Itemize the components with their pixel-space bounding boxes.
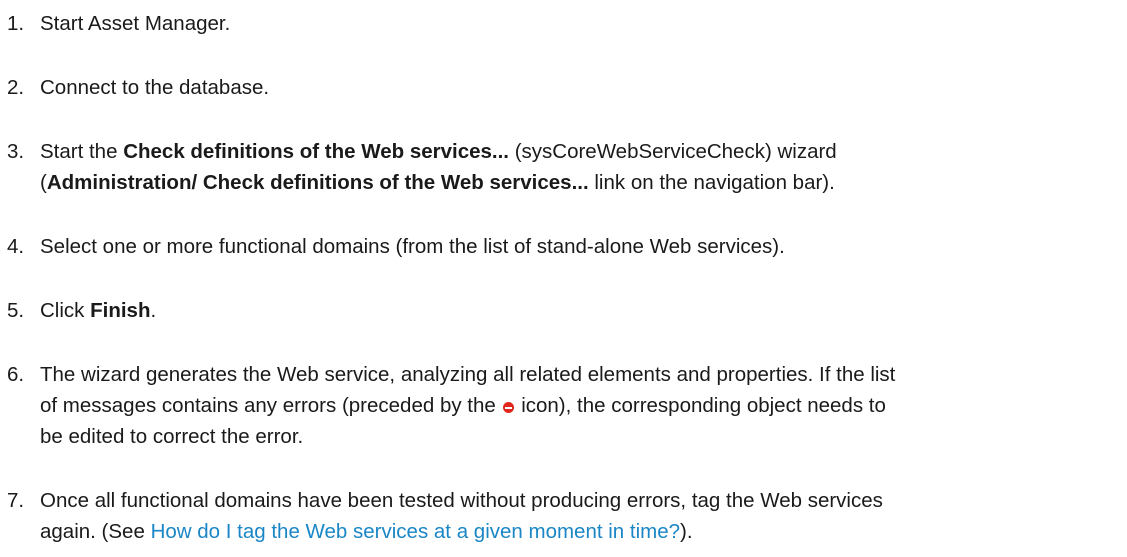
text-run: again. (See bbox=[40, 520, 151, 543]
step-text: Start the Check definitions of the Web s… bbox=[40, 136, 1122, 198]
text-run: Start the bbox=[40, 140, 124, 163]
step-number: 1. bbox=[7, 12, 25, 35]
step-number: 6. bbox=[7, 363, 25, 386]
step-number: 4. bbox=[7, 235, 25, 258]
error-icon bbox=[502, 402, 514, 413]
text-run: . bbox=[150, 299, 157, 322]
text-run: of messages contains any errors (precede… bbox=[40, 394, 502, 417]
step-text: Once all functional domains have been te… bbox=[40, 485, 1122, 547]
step-line: Once all functional domains have been te… bbox=[40, 489, 883, 512]
step-line: of messages contains any errors (precede… bbox=[40, 390, 1122, 421]
step-number: 3. bbox=[7, 140, 25, 163]
text-run: ). bbox=[680, 520, 693, 543]
finish-label: Finish bbox=[90, 299, 151, 322]
step-text: Connect to the database. bbox=[40, 76, 270, 99]
step-number: 5. bbox=[7, 299, 25, 322]
step-line: The wizard generates the Web service, an… bbox=[40, 363, 896, 386]
text-run: ( bbox=[40, 171, 47, 194]
step-line: Start the Check definitions of the Web s… bbox=[40, 136, 1122, 167]
document-page: { "steps": [ { "num": "1.", "text": "Sta… bbox=[0, 0, 1127, 557]
step-text: Select one or more functional domains (f… bbox=[40, 235, 785, 258]
text-run: icon), the corresponding object needs to bbox=[515, 394, 886, 417]
step-number: 2. bbox=[7, 76, 25, 99]
step-line: be edited to correct the error. bbox=[40, 425, 304, 448]
step-line: (Administration/ Check definitions of th… bbox=[40, 167, 1122, 198]
step-line: again. (See How do I tag the Web service… bbox=[40, 516, 1122, 547]
wizard-name: Check definitions of the Web services... bbox=[123, 140, 509, 163]
text-run: Click bbox=[40, 299, 91, 322]
text-run: (sysCoreWebServiceCheck) wizard bbox=[509, 140, 837, 163]
step-number: 7. bbox=[7, 489, 25, 512]
text-run: link on the navigation bar). bbox=[588, 171, 835, 194]
tag-web-services-link[interactable]: How do I tag the Web services at a given… bbox=[151, 520, 680, 543]
step-text: The wizard generates the Web service, an… bbox=[40, 359, 1122, 452]
navigation-path: Administration/ Check definitions of the… bbox=[46, 171, 589, 194]
step-text: Start Asset Manager. bbox=[40, 12, 231, 35]
step-text: Click Finish. bbox=[40, 295, 1122, 326]
